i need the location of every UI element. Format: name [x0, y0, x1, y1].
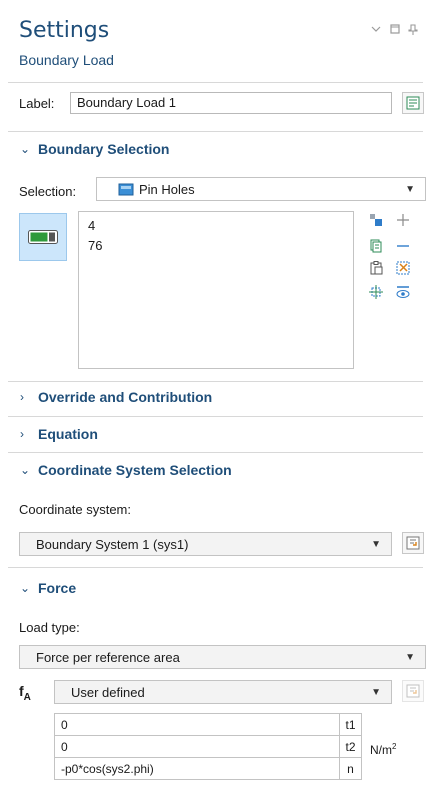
list-item[interactable]: 76 — [79, 236, 353, 256]
pin-holes-icon — [118, 183, 134, 195]
section-equation[interactable]: › Equation — [8, 419, 423, 449]
label-input[interactable]: Boundary Load 1 — [70, 92, 392, 114]
load-type-caption: Load type: — [19, 620, 80, 635]
dropdown-arrow-icon: ▼ — [405, 183, 415, 195]
force-source-button[interactable] — [402, 680, 424, 702]
force-unit: N/m2 — [370, 742, 396, 757]
section-title: Equation — [38, 426, 98, 442]
selection-value: Pin Holes — [139, 181, 195, 197]
section-title: Override and Contribution — [38, 389, 213, 405]
dropdown-arrow-icon: ▼ — [371, 538, 381, 550]
force-component-name: n — [339, 757, 362, 780]
coordinate-system-combo[interactable]: Boundary System 1 (sys1) ▼ — [19, 532, 392, 556]
load-type-value: Force per reference area — [36, 649, 180, 665]
go-to-source-button[interactable] — [402, 532, 424, 554]
create-selection-icon[interactable] — [367, 283, 385, 301]
force-unit-exponent: 2 — [392, 742, 397, 751]
section-title: Boundary Selection — [38, 141, 170, 157]
selection-combo[interactable]: Pin Holes ▼ — [96, 177, 426, 201]
add-to-selection-icon[interactable] — [394, 211, 412, 229]
force-component-input[interactable]: -p0*cos(sys2.phi) — [54, 757, 340, 780]
load-type-combo[interactable]: Force per reference area ▼ — [19, 645, 426, 669]
list-item[interactable]: 4 — [79, 212, 353, 236]
section-coordinate-system[interactable]: ⌄ Coordinate System Selection — [8, 455, 423, 485]
divider — [8, 416, 423, 417]
selection-list[interactable]: 4 76 — [78, 211, 354, 369]
section-title: Coordinate System Selection — [38, 462, 232, 478]
force-unit-text: N/m — [370, 743, 392, 757]
force-components-table: 0 t1 0 t2 -p0*cos(sys2.phi) n — [54, 713, 362, 780]
force-symbol-subscript: A — [23, 691, 31, 703]
remove-from-selection-icon[interactable] — [394, 237, 412, 255]
pin-icon[interactable] — [408, 24, 418, 39]
coordinate-system-caption: Coordinate system: — [19, 502, 131, 517]
divider — [8, 131, 423, 132]
toggle-switch-icon — [28, 230, 58, 244]
active-toggle-button[interactable] — [19, 213, 67, 261]
chevron-right-icon: › — [20, 427, 24, 441]
chevron-down-icon: ⌄ — [20, 142, 31, 156]
copy-selection-icon[interactable] — [367, 237, 385, 255]
table-row: -p0*cos(sys2.phi) n — [54, 757, 362, 780]
section-force[interactable]: ⌄ Force — [8, 573, 423, 603]
go-to-source-icon — [406, 684, 420, 698]
selection-caption: Selection: — [19, 184, 77, 199]
rename-label-button[interactable] — [402, 92, 424, 114]
dropdown-arrow-icon: ▼ — [371, 686, 381, 698]
force-symbol: fA — [19, 683, 31, 703]
force-component-input[interactable]: 0 — [54, 713, 340, 736]
zoom-to-selection-icon[interactable] — [367, 211, 385, 229]
page-subtitle: Boundary Load — [19, 52, 114, 68]
go-to-source-icon — [406, 536, 420, 550]
maximize-icon[interactable] — [390, 24, 400, 37]
section-override-contribution[interactable]: › Override and Contribution — [8, 382, 423, 412]
page-title: Settings — [19, 18, 110, 43]
section-title: Force — [38, 580, 77, 596]
chevron-down-icon: ⌄ — [20, 581, 31, 595]
label-caption: Label: — [19, 96, 55, 111]
section-boundary-selection[interactable]: ⌄ Boundary Selection — [8, 134, 423, 164]
divider — [8, 452, 423, 453]
chevron-down-icon[interactable] — [371, 24, 381, 36]
force-mode-combo[interactable]: User defined ▼ — [54, 680, 392, 704]
divider — [8, 82, 423, 83]
clear-selection-icon[interactable] — [394, 259, 412, 277]
paste-selection-icon[interactable] — [367, 259, 385, 277]
chevron-right-icon: › — [20, 390, 24, 404]
dropdown-arrow-icon: ▼ — [405, 651, 415, 663]
show-selection-icon[interactable] — [394, 283, 412, 301]
force-mode-value: User defined — [71, 684, 145, 700]
force-component-name: t2 — [339, 735, 362, 758]
chevron-down-icon: ⌄ — [20, 463, 31, 477]
table-row: 0 t1 — [54, 713, 362, 736]
coordinate-system-value: Boundary System 1 (sys1) — [36, 536, 189, 552]
table-row: 0 t2 — [54, 735, 362, 758]
edit-label-icon — [406, 96, 420, 110]
force-component-input[interactable]: 0 — [54, 735, 340, 758]
divider — [8, 567, 423, 568]
force-component-name: t1 — [339, 713, 362, 736]
